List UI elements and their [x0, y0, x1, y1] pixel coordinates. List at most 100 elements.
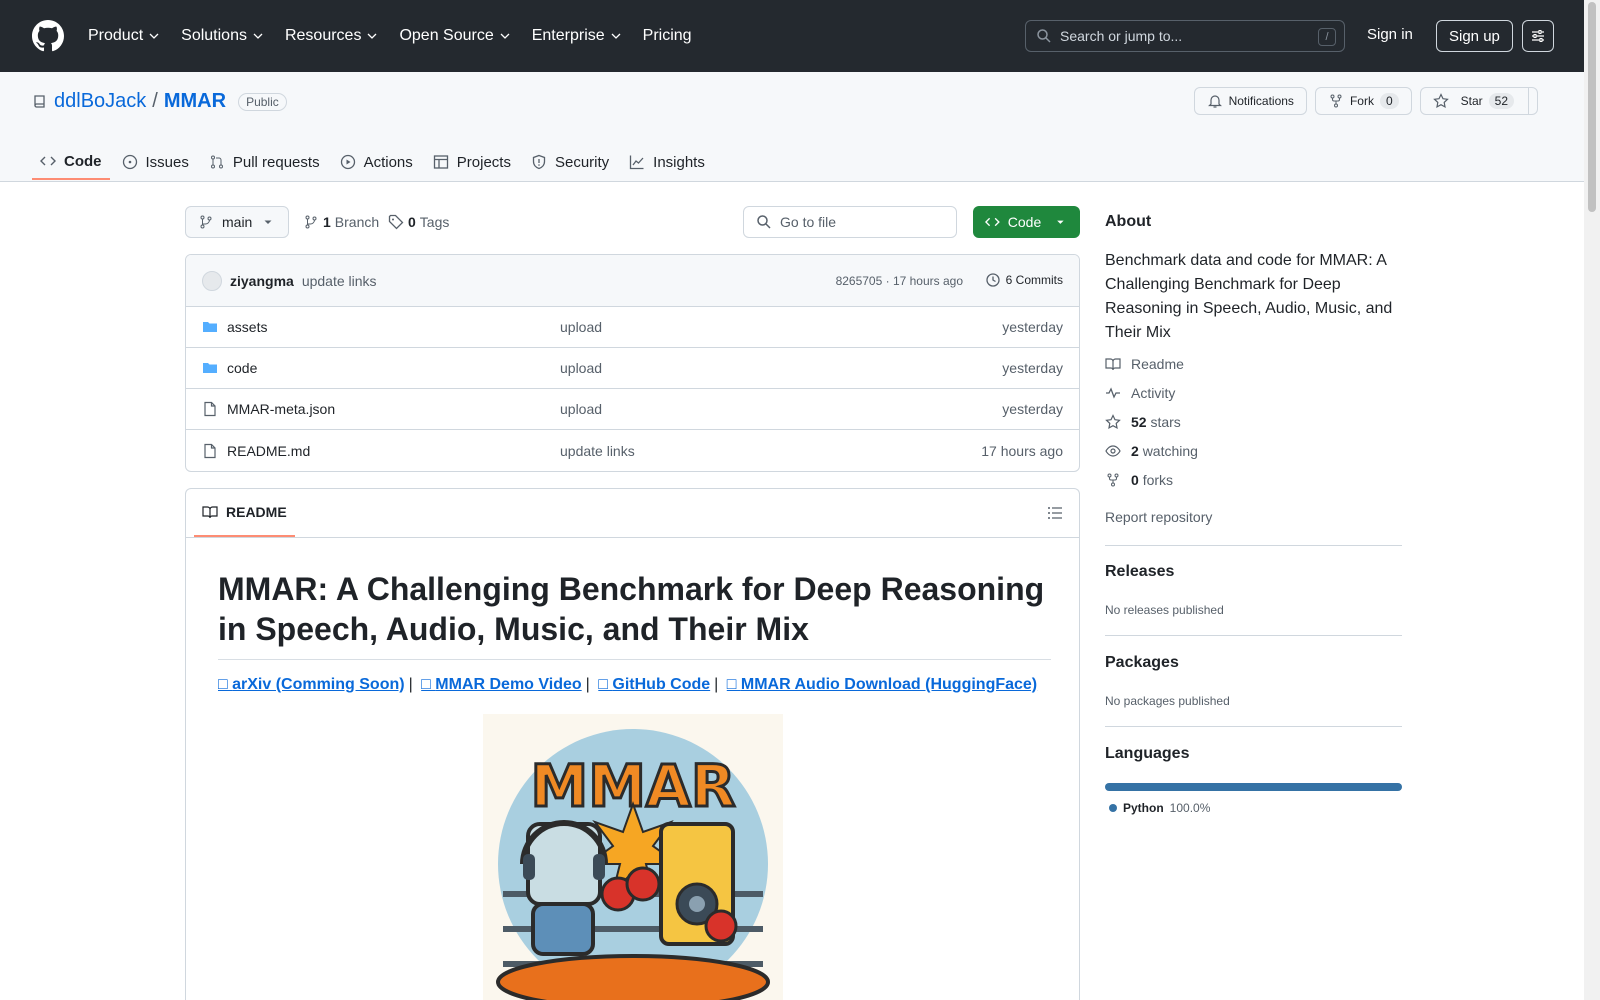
tab-security-label: Security	[554, 153, 610, 171]
forks-link[interactable]: 0 forks	[1105, 472, 1173, 488]
file-commit-message[interactable]: upload	[560, 360, 602, 376]
history-icon	[986, 273, 1000, 287]
watchers-link[interactable]: 2 watching	[1105, 443, 1198, 459]
branches-link[interactable]: 1 Branch	[303, 214, 379, 230]
star-count: 52	[1488, 93, 1514, 109]
commit-hash-time[interactable]: 8265705 · 17 hours ago	[836, 274, 963, 288]
audio-download-link[interactable]: □ MMAR Audio Download (HuggingFace)	[727, 676, 1037, 693]
commit-message[interactable]: update links	[302, 273, 377, 289]
repo-header: ddlBoJack / MMAR Public Notifications Fo…	[0, 72, 1584, 182]
chevron-down-icon	[500, 33, 510, 39]
readme-link[interactable]: Readme	[1105, 356, 1184, 372]
table-row[interactable]: assets upload yesterday	[186, 307, 1079, 348]
tab-pull-requests[interactable]: Pull requests	[201, 144, 328, 180]
activity-link-label: Activity	[1131, 385, 1176, 401]
arxiv-link[interactable]: □ arXiv (Comming Soon)	[218, 676, 405, 693]
issue-icon	[122, 154, 137, 170]
global-search-input[interactable]: Search or jump to... /	[1025, 20, 1345, 52]
stars-link[interactable]: 52 stars	[1105, 414, 1181, 430]
language-percent: 100.0%	[1169, 801, 1211, 815]
file-date: yesterday	[1002, 319, 1063, 335]
forks-count: 0	[1131, 472, 1139, 488]
file-date: yesterday	[1002, 360, 1063, 376]
commit-author[interactable]: ziyangma	[230, 273, 294, 289]
tags-link[interactable]: 0 Tags	[388, 214, 449, 230]
go-to-file-input[interactable]: Go to file	[743, 206, 957, 238]
releases-heading[interactable]: Releases	[1105, 563, 1174, 581]
repo-title: ddlBoJack / MMAR Public	[32, 90, 287, 113]
nav-enterprise[interactable]: Enterprise	[532, 27, 621, 45]
repo-name-link[interactable]: MMAR	[164, 90, 226, 113]
file-commit-message[interactable]: upload	[560, 319, 602, 335]
arxiv-link-label: arXiv (Comming Soon)	[232, 676, 405, 693]
file-name[interactable]: assets	[227, 319, 267, 335]
tab-issues[interactable]: Issues	[114, 144, 197, 180]
table-row[interactable]: MMAR-meta.json upload yesterday	[186, 389, 1079, 430]
tab-actions[interactable]: Actions	[332, 144, 421, 180]
caret-down-icon	[264, 220, 272, 224]
page-scrollbar[interactable]	[1584, 0, 1600, 1000]
sign-up-button[interactable]: Sign up	[1436, 20, 1513, 52]
link-separator: |	[714, 676, 719, 693]
scrollbar-thumb[interactable]	[1588, 2, 1596, 212]
eye-icon	[1105, 445, 1121, 457]
report-repository-link[interactable]: Report repository	[1105, 509, 1212, 525]
repo-owner-link[interactable]: ddlBoJack	[54, 90, 146, 113]
branch-count-label: Branch	[334, 214, 380, 230]
tab-insights[interactable]: Insights	[621, 144, 713, 180]
language-bar	[1105, 783, 1402, 791]
table-row[interactable]: code upload yesterday	[186, 348, 1079, 389]
chevron-down-icon	[367, 33, 377, 39]
outline-list-icon[interactable]	[1047, 505, 1063, 521]
file-name[interactable]: code	[227, 360, 257, 376]
command-palette-button[interactable]	[1522, 20, 1554, 52]
chevron-down-icon	[611, 33, 621, 39]
commits-history-link[interactable]: 6 Commits	[985, 272, 1063, 288]
sign-in-link[interactable]: Sign in	[1367, 26, 1413, 43]
activity-link[interactable]: Activity	[1105, 385, 1175, 401]
nav-solutions[interactable]: Solutions	[181, 27, 263, 45]
readme-title: MMAR: A Challenging Benchmark for Deep R…	[218, 569, 1051, 660]
file-commit-message[interactable]: upload	[560, 401, 602, 417]
tag-count-label: Tags	[419, 214, 450, 230]
github-code-link[interactable]: □ GitHub Code	[598, 676, 710, 693]
language-name: Python	[1123, 801, 1164, 815]
tab-code[interactable]: Code	[32, 144, 110, 180]
star-button[interactable]: Star 52	[1419, 87, 1538, 115]
file-name[interactable]: MMAR-meta.json	[227, 401, 335, 417]
fork-label: Fork	[1349, 94, 1374, 108]
github-logo-icon[interactable]	[32, 20, 64, 52]
link-separator: |	[408, 676, 413, 693]
code-dropdown-button[interactable]: Code	[973, 206, 1080, 238]
search-icon	[1037, 29, 1051, 43]
fork-button[interactable]: Fork 0	[1314, 87, 1412, 115]
go-to-file-placeholder: Go to file	[780, 214, 837, 230]
nav-open-source[interactable]: Open Source	[399, 27, 510, 45]
book-icon	[1105, 358, 1121, 371]
file-date: 17 hours ago	[981, 442, 1063, 459]
readme-tab[interactable]: README	[194, 489, 295, 537]
language-python[interactable]: Python 100.0%	[1109, 801, 1210, 815]
packages-heading[interactable]: Packages	[1105, 654, 1179, 672]
nav-solutions-label: Solutions	[181, 27, 247, 44]
nav-resources[interactable]: Resources	[285, 27, 377, 45]
code-icon	[40, 156, 56, 166]
sidebar-divider	[1105, 726, 1402, 727]
table-row[interactable]: README.md update links 17 hours ago	[186, 430, 1079, 471]
demo-video-link[interactable]: □ MMAR Demo Video	[421, 676, 582, 693]
repo-description: Benchmark data and code for MMAR: A Chal…	[1105, 252, 1393, 341]
tab-security[interactable]: Security	[523, 144, 617, 180]
readme-tabbar: README	[186, 489, 1079, 538]
sidebar-divider	[1105, 635, 1402, 636]
file-name[interactable]: README.md	[227, 443, 310, 459]
file-commit-message[interactable]: update links	[560, 443, 635, 459]
link-separator: |	[585, 676, 590, 693]
caret-down-icon	[1057, 220, 1064, 224]
nav-product[interactable]: Product	[88, 27, 159, 45]
nav-pricing[interactable]: Pricing	[643, 27, 692, 45]
branch-selector[interactable]: main	[185, 206, 290, 238]
tab-projects[interactable]: Projects	[425, 144, 519, 180]
notifications-button[interactable]: Notifications	[1193, 87, 1307, 115]
avatar[interactable]	[202, 270, 222, 291]
repo-tabs: Code Issues Pull requests Actions Projec…	[32, 144, 713, 182]
